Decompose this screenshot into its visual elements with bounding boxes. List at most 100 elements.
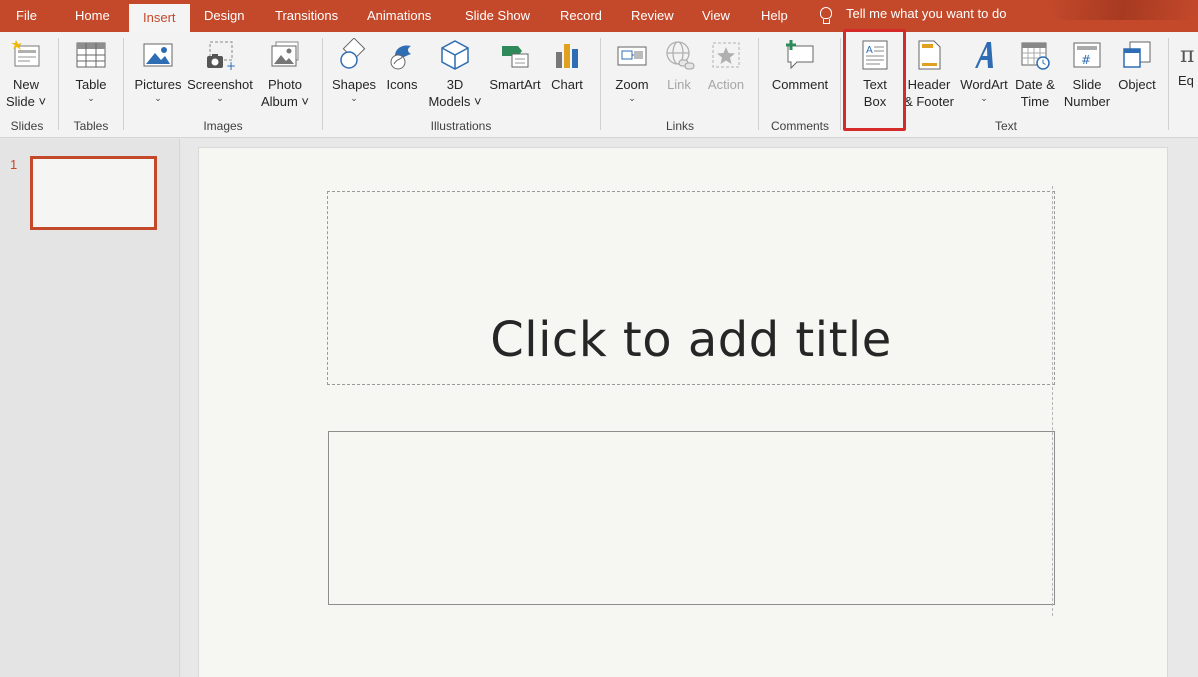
chevron-down-icon: ⌄	[628, 93, 636, 103]
title-decoration	[1048, 0, 1198, 20]
link-label: Link	[667, 77, 691, 92]
text-box-icon: A	[858, 38, 892, 72]
group-separator	[58, 38, 59, 130]
header-footer-label-1: Header	[907, 77, 951, 92]
screenshot-label: Screenshot	[187, 77, 253, 92]
calendar-icon	[1018, 38, 1052, 72]
group-separator	[1168, 38, 1169, 130]
action-label: Action	[707, 77, 745, 92]
new-slide-icon	[9, 38, 43, 72]
tab-transitions[interactable]: Transitions	[275, 0, 338, 32]
table-icon	[74, 38, 108, 72]
smartart-label: SmartArt	[489, 77, 541, 92]
title-placeholder[interactable]: Click to add title	[327, 191, 1055, 385]
chart-button[interactable]: Chart	[546, 38, 588, 93]
slide-number-icon: #	[1070, 38, 1104, 72]
group-label-links: Links	[665, 119, 694, 133]
zoom-icon	[615, 38, 649, 72]
wordart-label: WordArt	[960, 77, 1008, 92]
slide-thumbnail-pane: 1	[0, 139, 180, 677]
equation-icon: π	[1178, 38, 1198, 72]
slide-number-label-2: Number	[1063, 94, 1111, 109]
icons-button[interactable]: Icons	[381, 38, 423, 93]
star-icon	[709, 38, 743, 72]
lightbulb-icon	[820, 7, 832, 24]
slide-thumbnail[interactable]	[30, 156, 157, 230]
chevron-down-icon: ⌄	[350, 93, 358, 103]
3d-models-label-1: 3D	[446, 77, 464, 92]
slide-number-button[interactable]: # Slide Number	[1060, 38, 1114, 110]
svg-text:#: #	[1081, 53, 1091, 67]
3d-models-label-2: Models ˅	[428, 94, 482, 109]
photo-album-label-2: Album ˅	[260, 94, 310, 109]
link-icon	[662, 38, 696, 72]
bar-chart-icon	[550, 38, 584, 72]
group-separator	[758, 38, 759, 130]
ribbon-tab-bar: File Home Insert Design Transitions Anim…	[0, 0, 1198, 32]
tab-review[interactable]: Review	[631, 0, 674, 32]
action-button[interactable]: Action	[703, 38, 749, 93]
object-label: Object	[1118, 77, 1156, 92]
group-separator	[123, 38, 124, 130]
tab-help[interactable]: Help	[761, 0, 788, 32]
slide-number-label-1: Slide	[1072, 77, 1102, 92]
alignment-guide	[1052, 186, 1053, 616]
title-placeholder-text: Click to add title	[490, 312, 892, 368]
tab-insert[interactable]: Insert	[129, 4, 190, 32]
wordart-icon	[967, 38, 1001, 72]
shapes-button[interactable]: Shapes ⌄	[331, 37, 377, 103]
tab-view[interactable]: View	[702, 0, 730, 32]
photo-album-label-1: Photo	[268, 77, 302, 92]
tab-file[interactable]: File	[16, 0, 37, 32]
shapes-label: Shapes	[331, 77, 377, 92]
3d-models-button[interactable]: 3D Models ˅	[426, 38, 484, 110]
date-time-label-1: Date &	[1015, 77, 1055, 92]
smartart-icon	[498, 38, 532, 72]
tab-design[interactable]: Design	[204, 0, 244, 32]
comment-button[interactable]: Comment	[767, 38, 833, 93]
group-separator	[840, 38, 841, 130]
icons-label: Icons	[386, 77, 418, 92]
screenshot-icon: +	[203, 38, 237, 73]
icons-icon	[385, 38, 419, 72]
date-time-button[interactable]: Date & Time	[1012, 38, 1058, 110]
link-button[interactable]: Link	[658, 38, 700, 93]
tab-slide-show[interactable]: Slide Show	[465, 0, 530, 32]
pictures-button[interactable]: Pictures ⌄	[134, 38, 182, 103]
group-separator	[322, 38, 323, 130]
tab-animations[interactable]: Animations	[367, 0, 431, 32]
smartart-button[interactable]: SmartArt	[487, 38, 543, 93]
group-separator	[600, 38, 601, 130]
slide-canvas[interactable]: Click to add title	[198, 147, 1168, 677]
svg-text:π: π	[1180, 43, 1194, 68]
content-placeholder[interactable]	[328, 431, 1055, 605]
equation-button[interactable]: π Eq	[1178, 38, 1198, 89]
zoom-label: Zoom	[615, 77, 649, 92]
object-icon	[1120, 38, 1154, 72]
date-time-label-2: Time	[1020, 94, 1050, 109]
text-box-button[interactable]: A Text Box	[850, 38, 900, 110]
equation-label: Eq	[1178, 73, 1194, 88]
tab-record[interactable]: Record	[560, 0, 602, 32]
new-slide-label-1: New	[12, 77, 39, 92]
chevron-down-icon: ⌄	[980, 93, 988, 103]
header-footer-button[interactable]: Header & Footer	[902, 38, 956, 110]
wordart-button[interactable]: WordArt ⌄	[958, 38, 1010, 103]
tell-me-search[interactable]: Tell me what you want to do	[820, 0, 1006, 30]
chart-label: Chart	[551, 77, 583, 92]
screenshot-button[interactable]: + Screenshot ⌄	[186, 38, 254, 103]
pictures-label: Pictures	[134, 77, 182, 92]
zoom-button[interactable]: Zoom ⌄	[610, 38, 654, 103]
comment-icon	[783, 38, 817, 72]
photo-album-button[interactable]: Photo Album ˅	[258, 38, 312, 110]
object-button[interactable]: Object	[1114, 38, 1160, 93]
shapes-icon	[337, 37, 371, 72]
header-footer-icon	[912, 38, 946, 72]
tab-home[interactable]: Home	[75, 0, 110, 32]
table-button[interactable]: Table ⌄	[67, 38, 115, 103]
new-slide-button[interactable]: New Slide ˅	[4, 38, 48, 110]
group-label-comments: Comments	[770, 119, 829, 133]
group-label-tables: Tables	[73, 119, 109, 133]
pictures-icon	[141, 38, 175, 72]
svg-text:+: +	[226, 59, 236, 72]
